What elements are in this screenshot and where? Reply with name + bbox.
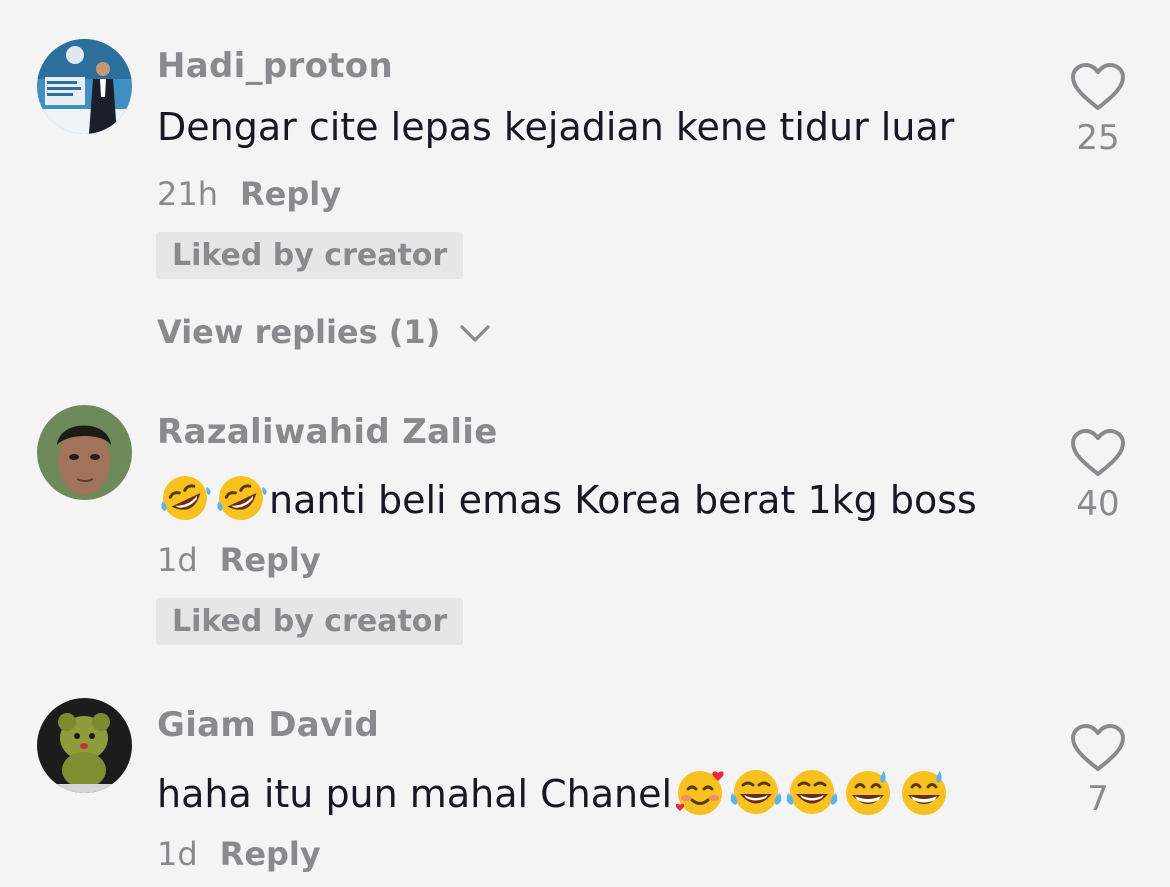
reply-button[interactable]: Reply bbox=[240, 175, 341, 213]
heart-icon[interactable] bbox=[1070, 723, 1126, 773]
like-count: 7 bbox=[1087, 779, 1109, 819]
grin-sweat-emoji bbox=[902, 771, 947, 815]
tears-of-joy-emoji bbox=[730, 770, 782, 814]
heart-icon[interactable] bbox=[1070, 62, 1126, 112]
comment-username[interactable]: Razaliwahid Zalie bbox=[157, 412, 498, 452]
liked-by-creator-badge: Liked by creator bbox=[156, 598, 464, 645]
comment-text-row: haha itu pun mahal Chanel bbox=[157, 767, 952, 817]
view-replies-label: View replies (1) bbox=[157, 313, 441, 351]
grin-sweat-emoji bbox=[846, 771, 891, 815]
comment-text-row: nanti beli emas Korea berat 1kg boss bbox=[157, 473, 977, 523]
comment-time: 1d bbox=[157, 541, 198, 579]
comment-time: 21h bbox=[157, 175, 218, 213]
comment-time: 1d bbox=[157, 835, 198, 873]
comment-meta: 21h Reply bbox=[157, 175, 341, 213]
comment-meta: 1d Reply bbox=[157, 541, 321, 579]
avatar[interactable] bbox=[37, 39, 132, 134]
like-count: 25 bbox=[1076, 118, 1120, 158]
rofl-emoji bbox=[217, 476, 267, 520]
like-count: 40 bbox=[1076, 484, 1120, 524]
smiling-hearts-emoji bbox=[675, 771, 724, 815]
comment-text: haha itu pun mahal Chanel bbox=[157, 772, 673, 816]
avatar[interactable] bbox=[37, 405, 132, 500]
comments-list: Hadi_proton Dengar cite lepas kejadian k… bbox=[0, 0, 1170, 887]
comment-username[interactable]: Hadi_proton bbox=[157, 46, 393, 86]
liked-by-creator-badge: Liked by creator bbox=[156, 232, 464, 279]
comment-text: Dengar cite lepas kejadian kene tidur lu… bbox=[157, 105, 955, 149]
like-area: 40 bbox=[1062, 428, 1134, 524]
comment-text: nanti beli emas Korea berat 1kg boss bbox=[269, 478, 977, 522]
view-replies-button[interactable]: View replies (1) bbox=[157, 313, 491, 351]
reply-button[interactable]: Reply bbox=[220, 541, 321, 579]
chevron-down-icon bbox=[460, 325, 491, 342]
comment-meta: 1d Reply bbox=[157, 835, 321, 873]
tears-of-joy-emoji bbox=[786, 770, 838, 814]
heart-icon[interactable] bbox=[1070, 428, 1126, 478]
like-area: 25 bbox=[1062, 62, 1134, 158]
reply-button[interactable]: Reply bbox=[220, 835, 321, 873]
avatar[interactable] bbox=[37, 698, 132, 793]
like-area: 7 bbox=[1062, 723, 1134, 819]
comment-username[interactable]: Giam David bbox=[157, 705, 379, 745]
rofl-emoji bbox=[161, 476, 211, 520]
